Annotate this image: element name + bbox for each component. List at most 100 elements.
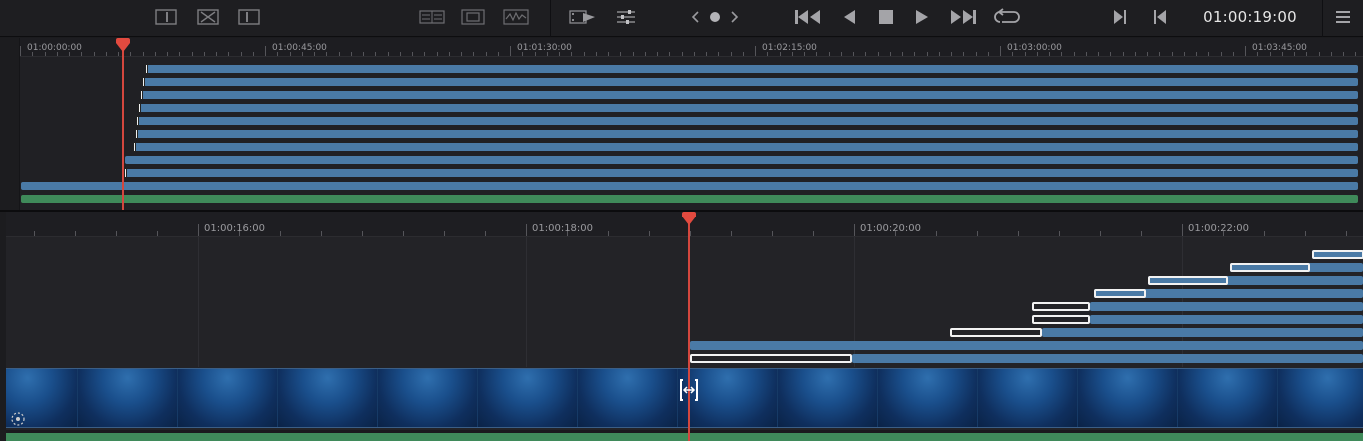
clip-in-marker (140, 90, 143, 100)
dot-icon[interactable] (707, 6, 723, 28)
overview-clip[interactable] (143, 78, 1358, 86)
ruler-tick (265, 46, 266, 56)
selected-clip-outline[interactable] (1032, 315, 1090, 324)
ruler-tick (1343, 52, 1344, 56)
clip-trim-end-icon[interactable] (237, 6, 261, 28)
track-header-strip (0, 38, 20, 210)
timeline-clip[interactable] (852, 354, 1363, 363)
ruler-tick (853, 52, 854, 56)
audio-track[interactable] (6, 430, 1363, 441)
effects-icon[interactable] (10, 411, 26, 427)
ruler-tick (706, 52, 707, 56)
film-play-icon[interactable] (569, 6, 597, 28)
selected-clip-outline[interactable] (1148, 276, 1228, 285)
timeline-clip[interactable] (690, 341, 1363, 350)
waveform-view-icon[interactable] (503, 6, 529, 28)
play-icon[interactable] (912, 6, 932, 28)
ruler-tick (854, 224, 855, 236)
ruler-tick (690, 231, 691, 236)
overview-ruler[interactable]: 01:00:00:00 01:00:45:00 01:01:30:00 01:02:1… (20, 38, 1363, 57)
video-thumbnail (278, 369, 378, 427)
ruler-tick (596, 52, 597, 56)
ruler-tick (772, 231, 773, 236)
timecode-display: 01:00:19:00 (1203, 8, 1297, 26)
playhead-line[interactable] (688, 216, 690, 441)
ruler-tick (143, 52, 144, 56)
playhead-line[interactable] (122, 40, 124, 210)
overview-clip[interactable] (146, 65, 1358, 73)
ruler-tick (94, 52, 95, 56)
stop-icon[interactable] (876, 6, 896, 28)
ruler-tick (461, 52, 462, 56)
selected-clip-outline[interactable] (690, 354, 852, 363)
video-thumbnail (578, 369, 678, 427)
timeline-toolbar: 01:00:19:00 (0, 0, 1363, 37)
overview-clip[interactable] (134, 143, 1358, 151)
ruler-tick (829, 52, 830, 56)
selected-clip-outline[interactable] (1312, 250, 1363, 259)
ruler-tick (1100, 231, 1101, 236)
overview-clip[interactable] (136, 130, 1358, 138)
ruler-tick (1135, 52, 1136, 56)
ruler-tick (939, 52, 940, 56)
video-thumbnail (78, 369, 178, 427)
overview-clip[interactable] (139, 104, 1358, 112)
loop-icon[interactable] (993, 6, 1021, 28)
selected-clip-outline[interactable] (1094, 289, 1146, 298)
ruler-tick (1098, 52, 1099, 56)
playhead-head[interactable] (682, 216, 696, 225)
skip-to-start-icon[interactable] (793, 6, 823, 28)
video-thumbnail (1278, 369, 1363, 427)
ruler-tick (682, 52, 683, 56)
ruler-tick (388, 52, 389, 56)
timeline-clip[interactable] (1090, 315, 1363, 324)
audio-clip[interactable] (6, 433, 1363, 441)
ruler-timecode-label: 01:03:45:00 (1252, 43, 1307, 53)
ruler-tick (280, 231, 281, 236)
menu-icon[interactable] (1333, 6, 1353, 28)
video-thumbnail (778, 369, 878, 427)
play-reverse-icon[interactable] (839, 6, 859, 28)
clip-trim-start-icon[interactable] (154, 6, 178, 28)
overview-clip[interactable] (125, 156, 1358, 164)
ruler-timecode-label: 01:00:22:00 (1188, 223, 1250, 234)
overview-audio-clip[interactable] (21, 195, 1358, 203)
video-thumbnail (1078, 369, 1178, 427)
ruler-tick (1196, 52, 1197, 56)
split-view-icon[interactable] (419, 6, 445, 28)
overview-clip[interactable] (21, 182, 1358, 190)
overview-clip[interactable] (137, 117, 1358, 125)
ruler-tick (486, 52, 487, 56)
selected-clip-outline[interactable] (1230, 263, 1310, 272)
clip-dissolve-icon[interactable] (196, 6, 220, 28)
ruler-tick (841, 52, 842, 56)
overview-clip[interactable] (141, 91, 1358, 99)
ruler-tick (241, 52, 242, 56)
next-edit-icon[interactable] (728, 6, 742, 28)
grid-line (198, 237, 199, 367)
selected-clip-outline[interactable] (1032, 302, 1090, 311)
prev-edit-icon[interactable] (688, 6, 702, 28)
ruler-tick (694, 52, 695, 56)
mark-out-icon[interactable] (1110, 6, 1130, 28)
ruler-tick (34, 231, 35, 236)
ruler-tick (228, 52, 229, 56)
skip-to-end-icon[interactable] (948, 6, 978, 28)
detail-timeline[interactable]: 01:00:16:00 01:00:18:00 01:00:20:00 01:00:2… (0, 212, 1363, 441)
ruler-tick (755, 46, 756, 56)
image-view-icon[interactable] (461, 6, 485, 28)
toolbar-separator (550, 0, 551, 37)
ruler-tick (449, 52, 450, 56)
ruler-tick (339, 52, 340, 56)
selected-clip-outline[interactable] (950, 328, 1042, 337)
timeline-clip[interactable] (1090, 302, 1363, 311)
mixer-sliders-icon[interactable] (614, 6, 638, 28)
overview-timeline[interactable]: 01:00:00:00 01:00:45:00 01:01:30:00 01:02:1… (0, 38, 1363, 210)
ruler-tick (444, 231, 445, 236)
timeline-clip[interactable] (1042, 328, 1363, 337)
mark-in-icon[interactable] (1150, 6, 1170, 28)
overview-clip[interactable] (125, 169, 1358, 177)
video-thumbnail (978, 369, 1078, 427)
ruler-tick (1141, 231, 1142, 236)
playhead-head[interactable] (116, 43, 130, 52)
